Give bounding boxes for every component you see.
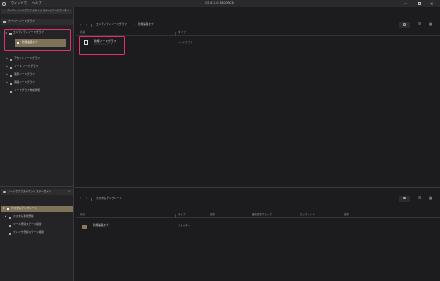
breadcrumb-entity[interactable]: エンティティノードグラフ — [96, 24, 127, 27]
row-type: ノードグラフ — [178, 41, 193, 44]
list-view-icon[interactable]: ☰ — [418, 196, 421, 201]
bottom-tree-item-register[interactable]: カスタム新規登録 — [13, 216, 34, 219]
forward-arrow-icon[interactable]: › — [86, 196, 87, 200]
search-icon — [403, 23, 406, 26]
grid-view-icon[interactable]: ▦ — [429, 196, 432, 201]
left-bottom-divider — [0, 186, 74, 187]
column-type-header[interactable]: タイプ — [178, 32, 186, 35]
left-panel-tab-label: ナーバー ノードグラフ ステージ ステージナービゲーター — [7, 9, 69, 12]
close-icon[interactable]: × — [68, 190, 71, 193]
left-panel-header-label: ナーバー ノードグラフ — [8, 19, 35, 23]
minimize-icon[interactable]: — — [404, 1, 407, 5]
column-lock-header[interactable]: ロックノード — [300, 214, 315, 217]
app-logo-icon — [2, 1, 6, 6]
tree-expand-icon[interactable]: ▾ — [6, 32, 7, 35]
menu-item-help[interactable]: ヘルプ — [32, 1, 42, 5]
bottom-tree-item-custom: カスタムテンプレート — [11, 206, 37, 210]
bottom-row-folder[interactable] — [80, 222, 440, 231]
tree-folder-icon — [9, 216, 12, 219]
breadcrumb-separator — [91, 24, 92, 27]
tree-folder-icon — [10, 66, 13, 69]
window-title: CS 6.1.0.3800RC8 — [205, 1, 234, 5]
tree-item-new-label: 新規編集オブ — [22, 40, 38, 44]
breadcrumb-chevron-icon: › — [134, 23, 136, 27]
tree-expand-icon[interactable]: ▸ — [5, 215, 6, 219]
tree-expand-icon[interactable]: ▸ — [7, 73, 8, 77]
tree-folder-icon — [10, 58, 13, 61]
bottom-tree-item-tool[interactable]: ツール登録ステージ検索 — [13, 224, 41, 227]
tree-item-select[interactable]: 選択ノードグラフ — [14, 74, 35, 77]
top-row-new-graph[interactable] — [80, 38, 440, 48]
column-sort-divider — [175, 213, 176, 218]
tree-expand-icon[interactable]: ▸ — [7, 65, 8, 69]
top-column-header-bar — [76, 31, 440, 36]
column-last-group-header[interactable]: 最終更新グループ — [252, 214, 272, 217]
tree-folder-icon — [10, 90, 13, 93]
bottom-tree-item-break[interactable]: ブレイク登録ステージ検索 — [13, 232, 44, 235]
breadcrumb-separator — [91, 197, 92, 201]
row-subtitle: エンティティノード — [94, 44, 113, 46]
template-icon — [3, 190, 6, 194]
breadcrumb-custom[interactable]: カスタムテンプレート — [96, 197, 122, 201]
left-panel — [0, 7, 74, 281]
tree-item-entity[interactable]: エンティティノードグラフ — [13, 32, 44, 35]
tree-expand-icon[interactable]: ▸ — [7, 57, 8, 61]
back-arrow-icon[interactable]: ‹ — [80, 196, 81, 200]
bottom-row-name: 新規編集オブ — [93, 224, 109, 227]
tree-item-path[interactable]: 通路ノードグラフ — [14, 82, 35, 85]
tree-item-create-state[interactable]: ノードグラフ作成状態 — [14, 90, 40, 93]
back-arrow-icon[interactable]: ‹ — [80, 23, 81, 27]
bottom-row-type: フォルダー — [178, 224, 190, 227]
row-name: 新規ノードグラフ — [94, 39, 117, 43]
browser-divider — [75, 187, 440, 188]
breadcrumb-new[interactable]: 新規編集オブ — [138, 24, 154, 27]
tree-folder-icon — [10, 82, 13, 85]
tree-folder-icon — [7, 208, 10, 210]
column-sort-divider — [175, 31, 176, 36]
column-updated-header[interactable]: 更新 — [210, 214, 215, 217]
tree-subfolder-icon — [17, 42, 20, 44]
maximize-icon[interactable] — [418, 2, 422, 6]
left-bottom-header-label: ノードグラフステウント ステーガイド — [8, 189, 52, 193]
menu-item-window[interactable]: ウィンドウ — [11, 1, 27, 5]
node-graph-file-icon — [84, 40, 88, 45]
folder-icon — [82, 224, 87, 229]
tree-folder-icon — [9, 224, 12, 227]
forward-arrow-icon[interactable]: › — [86, 23, 87, 27]
tree-item-asset[interactable]: アセットノードグラフ — [14, 58, 40, 61]
tree-folder-icon — [10, 74, 13, 77]
tree-expand-icon[interactable]: ▸ — [7, 81, 8, 85]
grid-view-icon[interactable]: ▦ — [429, 22, 432, 27]
column-name-header[interactable]: 名前 — [80, 214, 85, 217]
column-name-header[interactable]: 名前 — [80, 32, 85, 35]
search-icon — [403, 196, 406, 200]
tree-item-node[interactable]: ノード ノードグラフ — [14, 66, 38, 69]
tree-folder-icon — [9, 232, 12, 235]
list-view-icon[interactable]: ☰ — [418, 22, 421, 27]
tree-expand-icon[interactable]: ▾ — [3, 207, 4, 211]
column-type-header[interactable]: タイプ — [178, 214, 186, 217]
close-icon[interactable]: × — [430, 1, 433, 6]
column-update2-header[interactable]: 更新 — [344, 214, 349, 217]
tree-folder-icon — [9, 32, 12, 35]
graph-icon — [3, 20, 6, 24]
